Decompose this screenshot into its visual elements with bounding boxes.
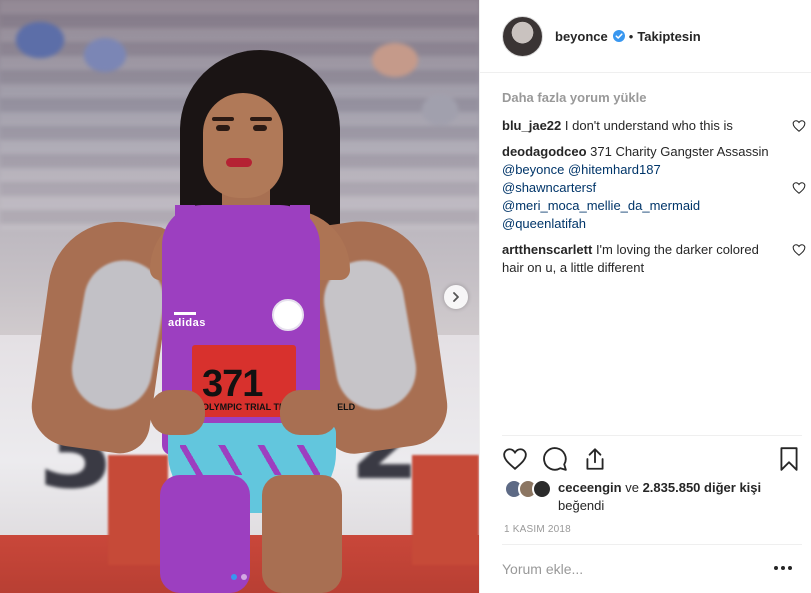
header-separator: • (628, 28, 634, 44)
author-username[interactable]: beyonce (555, 29, 608, 44)
comment-text: 371 Charity Gangster Assassin (590, 144, 769, 159)
face (203, 93, 283, 198)
post-side-panel: beyonce • Takiptesin Daha fazla yorum yü… (479, 0, 811, 593)
likes-connector: ve (625, 480, 639, 495)
comment-item: deodagodceo 371 Charity Gangster Assassi… (502, 143, 806, 233)
comment-like-heart-icon[interactable] (792, 181, 806, 195)
carousel-dot-1[interactable] (231, 574, 237, 580)
left-eye (216, 125, 230, 131)
team-crest-icon (272, 299, 304, 331)
carousel-indicator (231, 574, 247, 580)
load-more-comments-button[interactable]: Daha fazla yorum yükle (502, 89, 802, 107)
more-dot (781, 566, 785, 570)
mention-link[interactable]: @meri_moca_mellie_da_mermaid (502, 198, 700, 213)
share-icon[interactable] (582, 446, 608, 472)
brand-text: adidas (168, 317, 206, 329)
zigzag-pattern (180, 445, 320, 475)
likes-summary: ceceengin ve 2.835.850 diğer kişi beğend… (504, 479, 804, 515)
more-dot (788, 566, 792, 570)
more-dot (774, 566, 778, 570)
others-label[interactable]: diğer kişi (704, 480, 761, 495)
next-slide-button[interactable] (444, 285, 468, 309)
post-action-bar (502, 435, 802, 475)
left-hand (150, 390, 205, 435)
post-timestamp[interactable]: 1 KASIM 2018 (504, 524, 571, 535)
comment-username[interactable]: artthenscarlett (502, 242, 592, 257)
mention-link[interactable]: @shawncartersf (502, 180, 596, 195)
comment-icon[interactable] (542, 446, 568, 472)
chevron-right-icon (453, 292, 459, 302)
post-header: beyonce • Takiptesin (480, 0, 811, 73)
comment-list: Daha fazla yorum yükle blu_jae22 I don't… (502, 89, 806, 285)
liker-avatar[interactable] (532, 479, 552, 499)
comment-like-heart-icon[interactable] (792, 119, 806, 133)
lips (226, 158, 252, 167)
first-liker-username[interactable]: ceceengin (558, 480, 622, 495)
verified-badge-icon (612, 30, 625, 42)
comment-item: blu_jae22 I don't understand who this is (502, 117, 806, 135)
comment-username[interactable]: deodagodceo (502, 144, 587, 159)
others-count[interactable]: 2.835.850 (643, 480, 701, 495)
comment-input[interactable] (502, 561, 742, 577)
bookmark-icon[interactable] (776, 446, 802, 472)
comment-text: I don't understand who this is (564, 118, 733, 133)
add-comment-bar (502, 544, 802, 593)
comment-like-heart-icon[interactable] (792, 243, 806, 257)
post-photo[interactable]: 3 2 adidas 371 OLYMPIC T (0, 0, 479, 593)
author-avatar[interactable] (502, 15, 543, 57)
strap-right (290, 205, 310, 245)
athlete-figure: adidas 371 OLYMPIC TRIAL TRACK AND FIELD (26, 45, 453, 593)
heart-icon[interactable] (502, 446, 528, 472)
likes-text: ceceengin ve 2.835.850 diğer kişi beğend… (552, 479, 761, 515)
mention-link[interactable]: @beyonce (502, 162, 564, 177)
bib-number: 371 (202, 363, 263, 405)
post-viewer: 3 2 adidas 371 OLYMPIC T (0, 0, 811, 593)
right-brow (250, 117, 272, 121)
comment-username[interactable]: blu_jae22 (502, 118, 561, 133)
liker-avatars (504, 479, 552, 515)
strap-left (175, 205, 195, 245)
left-brow (212, 117, 234, 121)
carousel-dot-2[interactable] (241, 574, 247, 580)
comment-item: artthenscarlett I'm loving the darker co… (502, 241, 806, 277)
adidas-logo-icon (174, 303, 196, 315)
right-eye (253, 125, 267, 131)
right-leg (262, 475, 342, 593)
mention-link[interactable]: @queenlatifah (502, 216, 586, 231)
follow-status-button[interactable]: Takiptesin (637, 29, 700, 44)
more-options-icon[interactable] (774, 566, 792, 572)
likes-suffix: beğendi (558, 498, 605, 513)
mention-link[interactable]: @hitemhard187 (568, 162, 661, 177)
right-hand (280, 390, 338, 435)
